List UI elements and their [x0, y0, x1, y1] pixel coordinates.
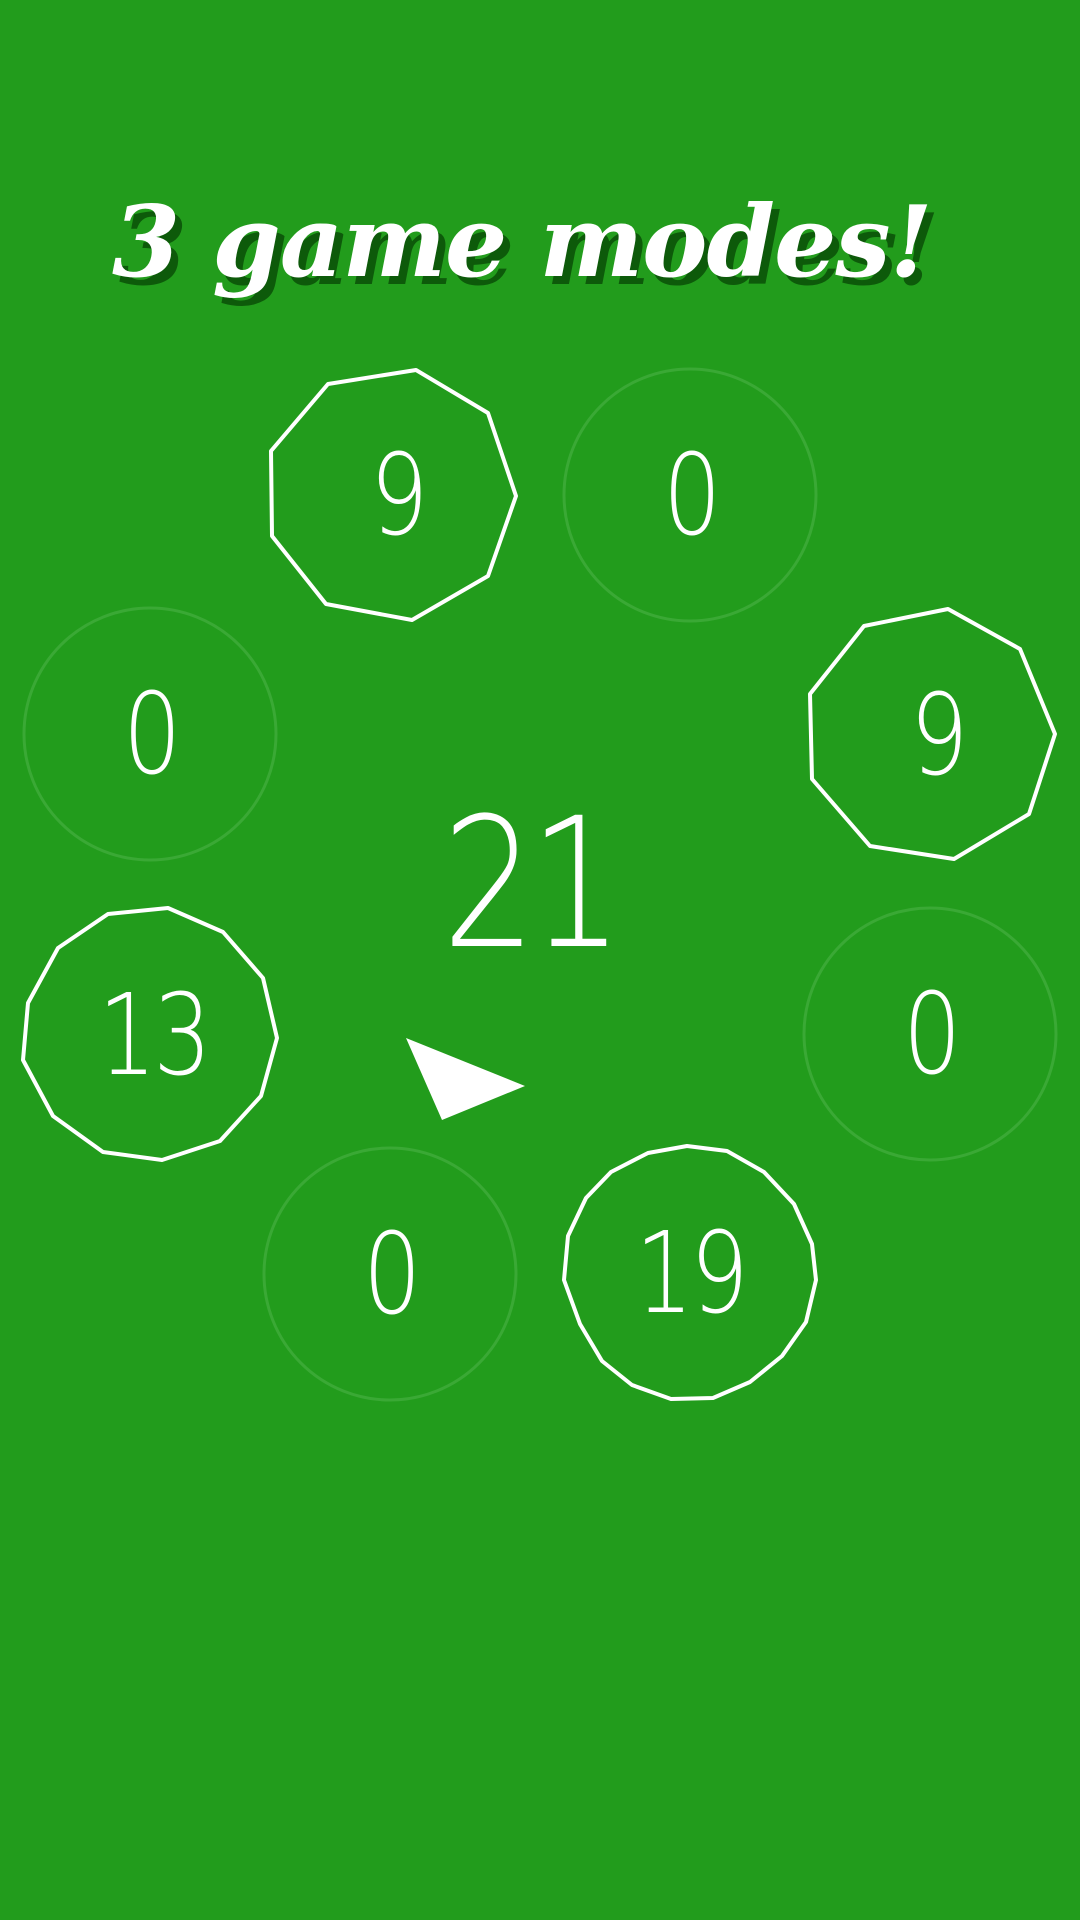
ring-value: 9	[370, 431, 428, 561]
ring-top-right[interactable]: 0	[562, 367, 819, 624]
ring-value: 13	[97, 971, 212, 1101]
ring-mid-left[interactable]: 0	[22, 606, 279, 863]
game-board: 9 0 0 9 13 0 0 19 21	[0, 0, 1080, 1920]
ring-bottom-left[interactable]: 0	[262, 1146, 519, 1403]
ring-value: 9	[910, 671, 968, 801]
ring-lower-right[interactable]: 0	[802, 906, 1059, 1163]
ring-value: 0	[903, 970, 961, 1100]
play-arrow-icon	[400, 1030, 540, 1130]
center-score: 21	[442, 780, 624, 989]
ring-value: 0	[663, 431, 721, 561]
ring-top-left[interactable]: 9	[269, 368, 526, 624]
ring-mid-right[interactable]: 9	[808, 607, 1066, 864]
ring-bottom-right[interactable]: 19	[562, 1144, 818, 1402]
ring-value: 0	[123, 670, 181, 800]
ring-value: 19	[634, 1209, 749, 1339]
ring-lower-left[interactable]: 13	[21, 906, 281, 1164]
ring-value: 0	[363, 1210, 421, 1340]
